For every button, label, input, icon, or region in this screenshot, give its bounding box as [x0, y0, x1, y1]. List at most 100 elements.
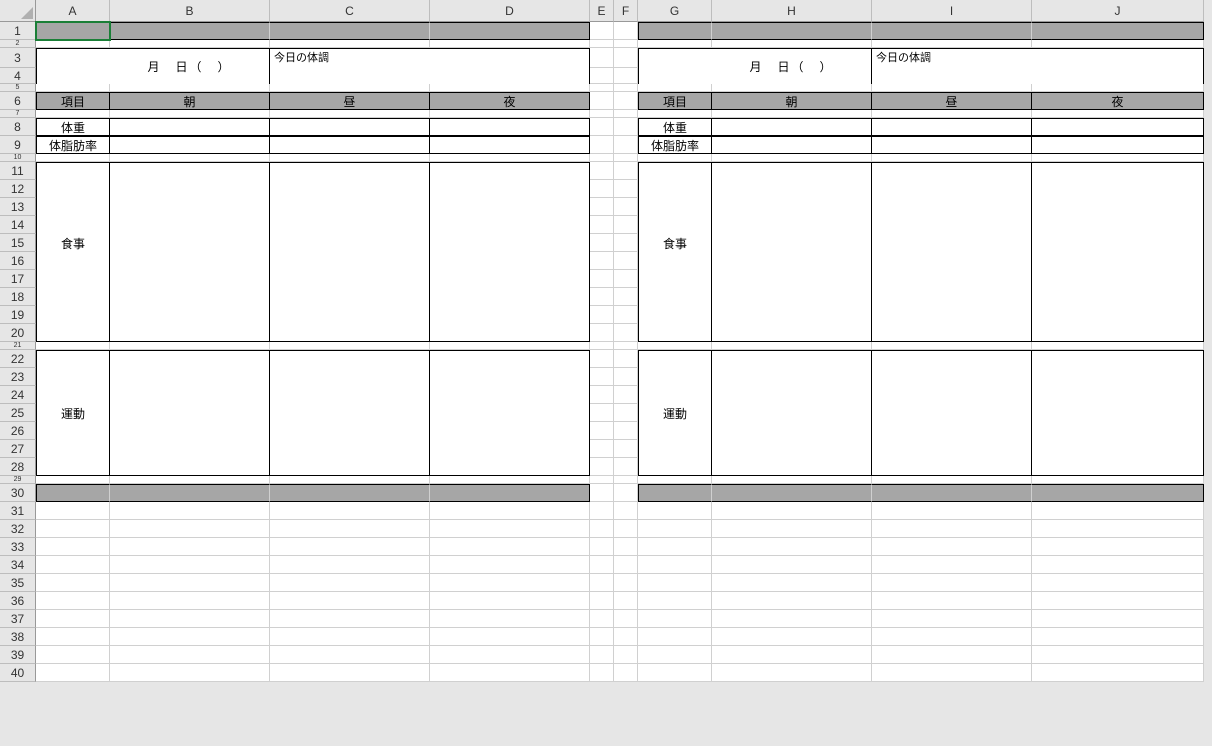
cell-G9[interactable]: 体脂肪率 — [638, 136, 712, 154]
cell-F29[interactable] — [614, 476, 638, 484]
cell-B39[interactable] — [110, 646, 270, 664]
cell-C13[interactable] — [270, 198, 430, 216]
cell-A19[interactable] — [36, 306, 110, 324]
cell-C9[interactable] — [270, 136, 430, 154]
cell-C20[interactable] — [270, 324, 430, 342]
cell-H11[interactable] — [712, 162, 872, 180]
cell-G5[interactable] — [638, 84, 712, 92]
cell-G40[interactable] — [638, 664, 712, 682]
row-header-40[interactable]: 40 — [0, 664, 36, 682]
col-header-F[interactable]: F — [614, 0, 638, 22]
cell-A31[interactable] — [36, 502, 110, 520]
cell-D11[interactable] — [430, 162, 590, 180]
cell-F2[interactable] — [614, 40, 638, 48]
cell-F27[interactable] — [614, 440, 638, 458]
cell-G22[interactable] — [638, 350, 712, 368]
cell-B19[interactable] — [110, 306, 270, 324]
row-header-16[interactable]: 16 — [0, 252, 36, 270]
cell-G34[interactable] — [638, 556, 712, 574]
col-header-D[interactable]: D — [430, 0, 590, 22]
cell-B26[interactable] — [110, 422, 270, 440]
cell-J39[interactable] — [1032, 646, 1204, 664]
cell-F37[interactable] — [614, 610, 638, 628]
cell-G11[interactable] — [638, 162, 712, 180]
cell-E19[interactable] — [590, 306, 614, 324]
cell-G26[interactable] — [638, 422, 712, 440]
cell-H36[interactable] — [712, 592, 872, 610]
cell-F1[interactable] — [614, 22, 638, 40]
cell-J2[interactable] — [1032, 40, 1204, 48]
cell-A28[interactable] — [36, 458, 110, 476]
cell-J1[interactable] — [1032, 22, 1204, 40]
cell-F6[interactable] — [614, 92, 638, 110]
cell-C32[interactable] — [270, 520, 430, 538]
cell-G32[interactable] — [638, 520, 712, 538]
cell-A38[interactable] — [36, 628, 110, 646]
row-header-24[interactable]: 24 — [0, 386, 36, 404]
cell-D34[interactable] — [430, 556, 590, 574]
cell-J17[interactable] — [1032, 270, 1204, 288]
cell-D36[interactable] — [430, 592, 590, 610]
cell-C15[interactable] — [270, 234, 430, 252]
cell-I24[interactable] — [872, 386, 1032, 404]
cell-C17[interactable] — [270, 270, 430, 288]
cell-G37[interactable] — [638, 610, 712, 628]
row-header-38[interactable]: 38 — [0, 628, 36, 646]
cell-A15[interactable]: 食事 — [36, 234, 110, 252]
cell-J16[interactable] — [1032, 252, 1204, 270]
cell-H10[interactable] — [712, 154, 872, 162]
cell-A32[interactable] — [36, 520, 110, 538]
cell-C8[interactable] — [270, 118, 430, 136]
cell-I14[interactable] — [872, 216, 1032, 234]
cell-C6[interactable]: 昼 — [270, 92, 430, 110]
cell-B20[interactable] — [110, 324, 270, 342]
cell-E9[interactable] — [590, 136, 614, 154]
cell-B8[interactable] — [110, 118, 270, 136]
cell-B15[interactable] — [110, 234, 270, 252]
cell-B37[interactable] — [110, 610, 270, 628]
cell-I10[interactable] — [872, 154, 1032, 162]
row-header-36[interactable]: 36 — [0, 592, 36, 610]
cell-A17[interactable] — [36, 270, 110, 288]
cell-F5[interactable] — [614, 84, 638, 92]
cell-E10[interactable] — [590, 154, 614, 162]
row-header-21[interactable]: 21 — [0, 342, 36, 350]
cell-C35[interactable] — [270, 574, 430, 592]
cell-E37[interactable] — [590, 610, 614, 628]
col-header-C[interactable]: C — [270, 0, 430, 22]
cell-E20[interactable] — [590, 324, 614, 342]
col-header-E[interactable]: E — [590, 0, 614, 22]
cell-E11[interactable] — [590, 162, 614, 180]
cell-B17[interactable] — [110, 270, 270, 288]
cell-J35[interactable] — [1032, 574, 1204, 592]
row-header-2[interactable]: 2 — [0, 40, 36, 48]
cell-F4[interactable] — [614, 68, 638, 84]
cell-E28[interactable] — [590, 458, 614, 476]
cell-A21[interactable] — [36, 342, 110, 350]
cell-I37[interactable] — [872, 610, 1032, 628]
cell-E5[interactable] — [590, 84, 614, 92]
cell-J13[interactable] — [1032, 198, 1204, 216]
cell-F30[interactable] — [614, 484, 638, 502]
cell-J21[interactable] — [1032, 342, 1204, 350]
cell-E18[interactable] — [590, 288, 614, 306]
cell-D25[interactable] — [430, 404, 590, 422]
cell-C3[interactable]: 今日の体調 — [270, 48, 430, 68]
cell-F14[interactable] — [614, 216, 638, 234]
cell-F36[interactable] — [614, 592, 638, 610]
cell-I2[interactable] — [872, 40, 1032, 48]
cell-H22[interactable] — [712, 350, 872, 368]
cell-H8[interactable] — [712, 118, 872, 136]
cell-D20[interactable] — [430, 324, 590, 342]
cell-D18[interactable] — [430, 288, 590, 306]
cell-B21[interactable] — [110, 342, 270, 350]
cell-E27[interactable] — [590, 440, 614, 458]
cell-I33[interactable] — [872, 538, 1032, 556]
cell-C10[interactable] — [270, 154, 430, 162]
cell-I23[interactable] — [872, 368, 1032, 386]
cell-A2[interactable] — [36, 40, 110, 48]
cell-G24[interactable] — [638, 386, 712, 404]
cell-I3[interactable]: 今日の体調 — [872, 48, 1032, 68]
cell-J30[interactable] — [1032, 484, 1204, 502]
cell-A7[interactable] — [36, 110, 110, 118]
